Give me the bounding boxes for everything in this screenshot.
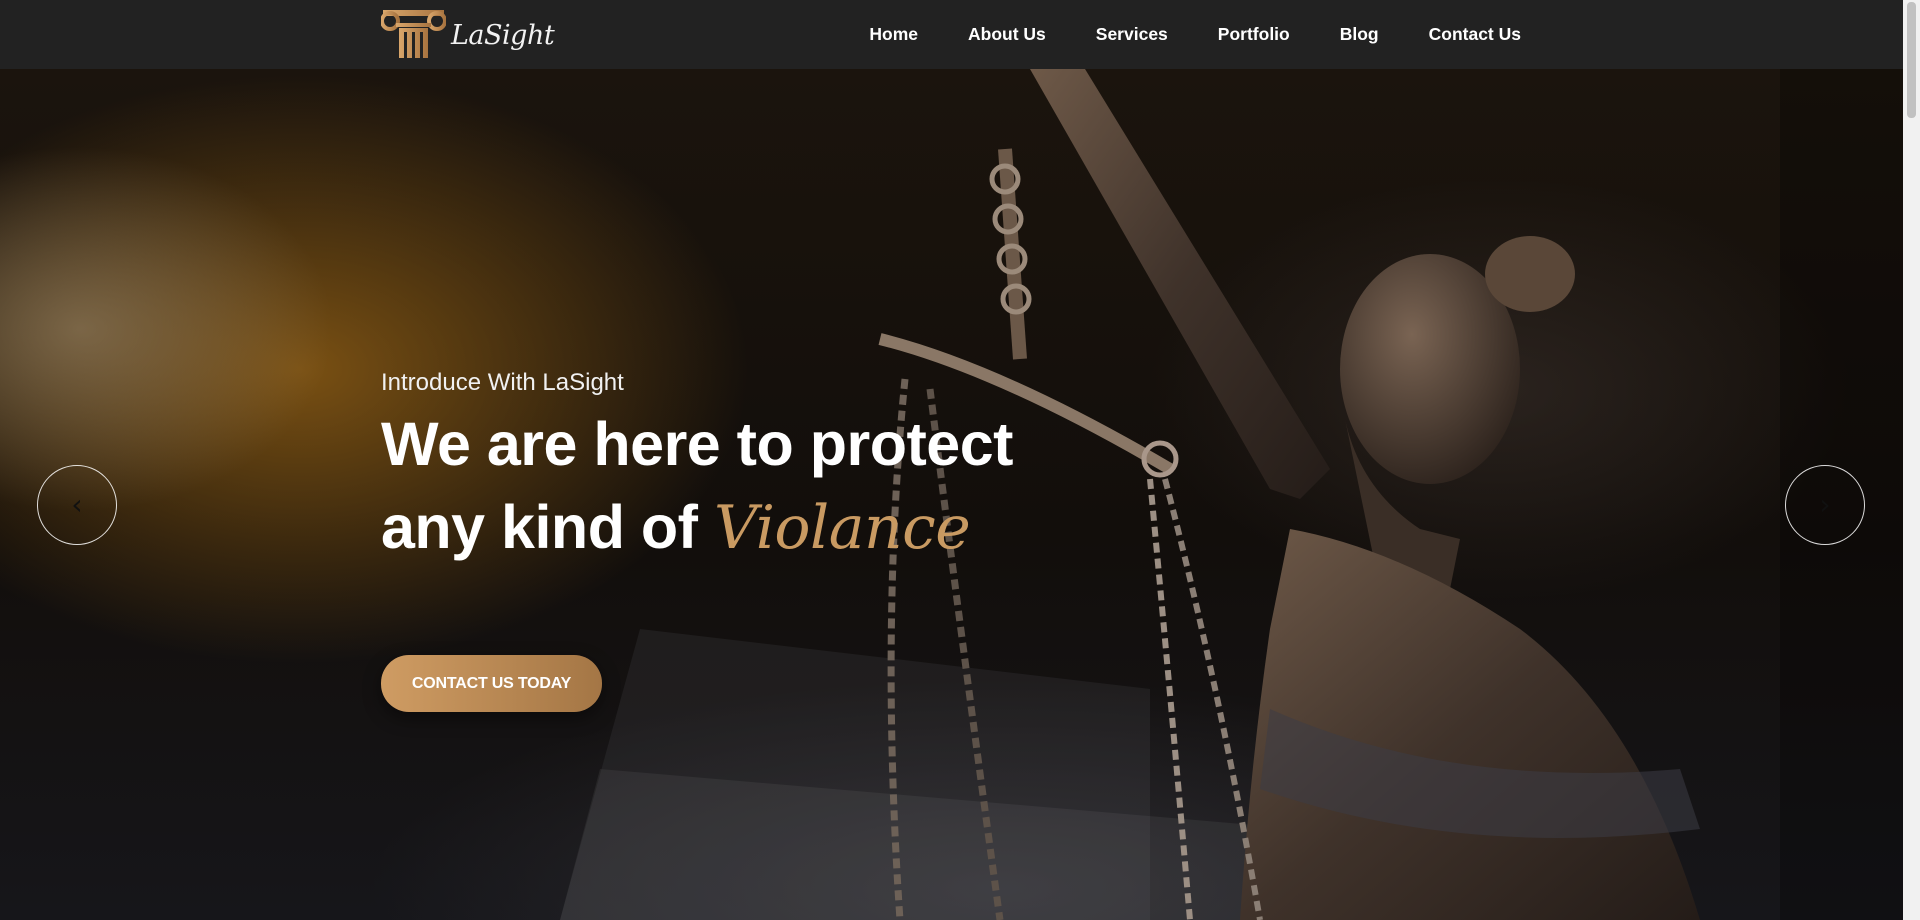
chevron-right-icon: › [1819,488,1831,521]
nav-contact-us[interactable]: Contact Us [1429,24,1521,45]
hero-intro: Introduce With LaSight [381,369,624,396]
hero-slider: Introduce With LaSight We are here to pr… [0,69,1903,920]
nav-home[interactable]: Home [869,24,918,45]
hero-title: We are here to protect any kind of Viola… [381,403,1013,570]
hero-content: Introduce With LaSight We are here to pr… [381,369,1013,712]
hero-title-highlight: Violance [713,493,971,563]
slider-prev-button[interactable]: ‹ [37,465,117,545]
page-scrollbar[interactable] [1903,0,1920,920]
ionic-column-icon [381,10,446,58]
main-nav: Home About Us Services Portfolio Blog Co… [869,0,1521,69]
hero-title-line-2: any kind of [381,493,714,561]
contact-us-today-button[interactable]: CONTACT US TODAY [381,655,602,712]
top-navbar: LaSight Home About Us Services Portfolio… [0,0,1903,69]
brand-logo[interactable]: LaSight [381,6,555,58]
scrollbar-thumb[interactable] [1907,2,1916,118]
nav-services[interactable]: Services [1096,24,1168,45]
brand-name: LaSight [451,19,555,51]
slider-next-button[interactable]: › [1785,465,1865,545]
hero-title-line-1: We are here to protect [381,410,1013,478]
nav-about-us[interactable]: About Us [968,24,1046,45]
nav-blog[interactable]: Blog [1340,24,1379,45]
chevron-left-icon: ‹ [71,488,83,521]
nav-portfolio[interactable]: Portfolio [1218,24,1290,45]
